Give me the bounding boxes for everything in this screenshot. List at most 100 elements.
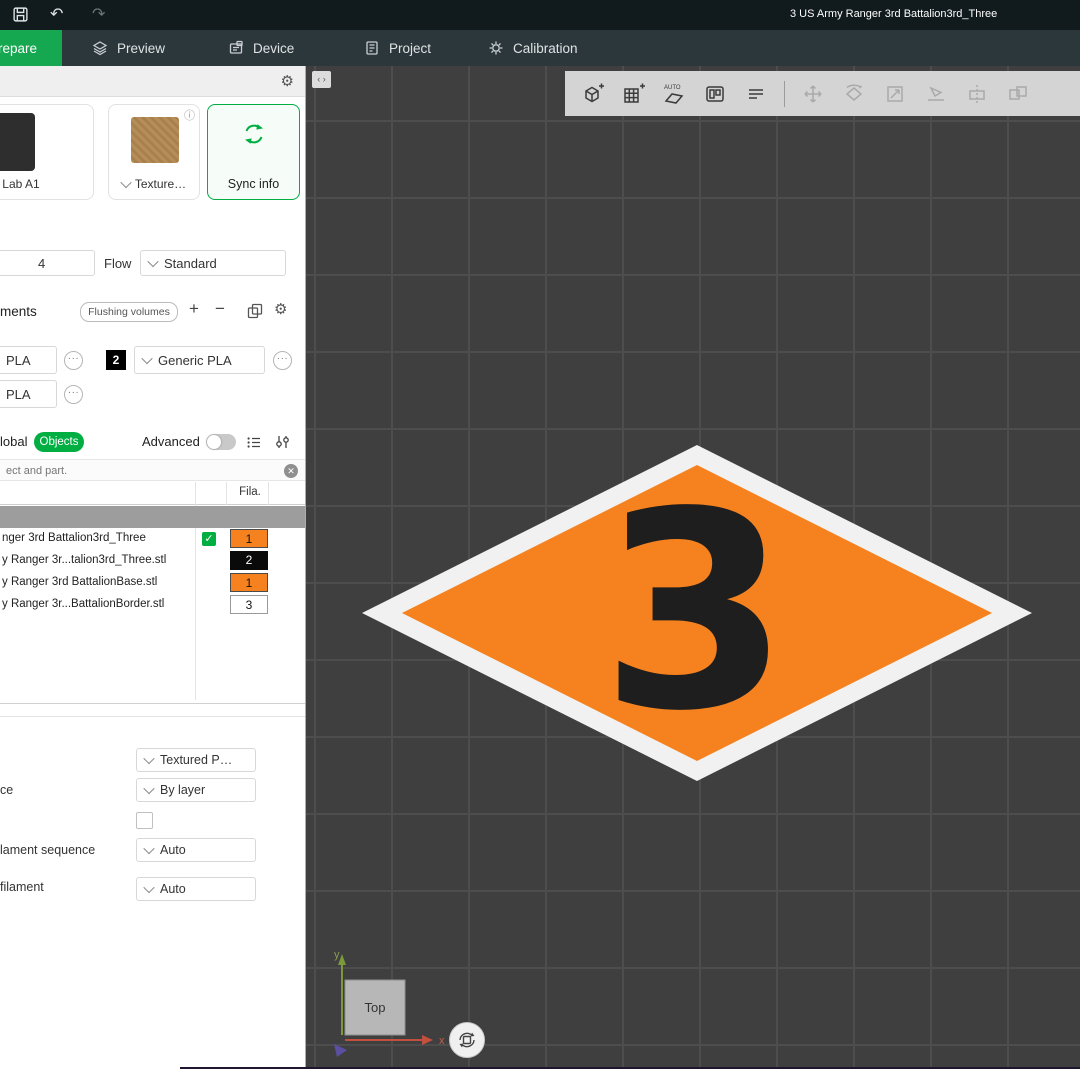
filament-label: filament — [0, 880, 44, 894]
filament-slot3-value: PLA — [6, 387, 31, 402]
sync-info-button[interactable]: Sync info — [207, 104, 300, 200]
viewport-3d[interactable]: ‹ › AUTO — [306, 66, 1080, 1080]
view-orbit-button[interactable] — [449, 1022, 485, 1058]
tab-preview[interactable]: Preview — [92, 30, 165, 66]
z-axis-arrow — [334, 1044, 347, 1057]
table-column-divider — [226, 482, 227, 505]
redo-icon[interactable]: ↷ — [92, 3, 105, 27]
filament-settings-gear-icon[interactable]: ⚙ — [274, 300, 287, 318]
filaments-section-title: ments — [0, 304, 37, 319]
tab-project-label: Project — [389, 41, 431, 56]
chevron-down-icon — [147, 256, 158, 267]
object-search-row: ✕ — [0, 459, 306, 481]
gear-icon — [488, 40, 504, 56]
build-plate-card[interactable]: ⓘ Texture… — [108, 104, 200, 200]
info-icon[interactable]: ⓘ — [184, 107, 195, 123]
model-number: 3 — [600, 455, 789, 771]
advanced-label: Advanced — [142, 434, 200, 449]
object-list-icon[interactable] — [246, 434, 262, 455]
flow-select[interactable]: Standard — [140, 250, 286, 276]
filament-slot1-value: PLA — [6, 353, 31, 368]
table-column-divider — [268, 482, 269, 505]
fila-column-header: Fila. — [232, 486, 268, 498]
part-row[interactable]: y Ranger 3r...talion3rd_Three.stl 2 — [0, 550, 306, 572]
tab-project[interactable]: Project — [364, 30, 431, 66]
plate-type-label: Texture… — [135, 177, 186, 191]
printer-card[interactable]: u Lab A1 — [0, 104, 94, 200]
plate-row-selected[interactable] — [0, 506, 306, 528]
tab-prepare[interactable]: Prepare — [0, 30, 62, 66]
printer-image — [0, 113, 35, 171]
nozzle-size-input[interactable] — [0, 250, 95, 276]
chevron-down-icon — [141, 353, 152, 364]
filament-slot3-select[interactable]: PLA — [0, 380, 57, 408]
clear-search-icon[interactable]: ✕ — [284, 464, 298, 478]
model-diamond-3[interactable]: 3 — [306, 66, 1080, 1080]
bambu-studio-window: ↶ ↷ 3 US Army Ranger 3rd Battalion3rd_Th… — [0, 0, 1080, 1080]
y-axis-label: y — [334, 949, 340, 961]
scope-global-tab[interactable]: lobal — [0, 434, 27, 449]
save-icon[interactable] — [12, 6, 29, 28]
tab-preview-label: Preview — [117, 41, 165, 56]
sync-icon — [241, 121, 267, 152]
part-row[interactable]: y Ranger 3rd BattalionBase.stl 1 — [0, 572, 306, 594]
filament-slot1-menu-icon[interactable]: ··· — [64, 351, 83, 370]
layers-icon — [92, 40, 108, 56]
object-search-input[interactable] — [4, 461, 268, 481]
window-title: 3 US Army Ranger 3rd Battalion3rd_Three — [790, 8, 997, 20]
tab-device-label: Device — [253, 41, 294, 56]
x-axis-label: x — [439, 1035, 445, 1047]
filament-slot2-select[interactable]: Generic PLA — [134, 346, 265, 374]
plate-type-setting-value: Textured P… — [160, 753, 232, 767]
filament-assignment-cell[interactable]: 2 — [230, 551, 268, 570]
part-name: y Ranger 3r...talion3rd_Three.stl — [2, 554, 166, 566]
tab-calibration-label: Calibration — [513, 41, 578, 56]
printer-settings-gear-icon[interactable]: ⚙ — [281, 72, 294, 90]
main-tabbar: Prepare Preview Device Project Calibrati… — [0, 30, 1080, 66]
unchecked-checkbox[interactable] — [136, 812, 153, 829]
chevron-down-icon — [120, 177, 131, 188]
plate-type-setting-select[interactable]: Textured P… — [136, 748, 256, 772]
print-sequence-select[interactable]: By layer — [136, 778, 256, 802]
tab-calibration[interactable]: Calibration — [488, 30, 578, 66]
part-row[interactable]: y Ranger 3r...BattalionBorder.stl 3 — [0, 594, 306, 616]
add-filament-icon[interactable]: + — [189, 299, 199, 319]
object-row[interactable]: nger 3rd Battalion3rd_Three ✓ 1 — [0, 528, 306, 550]
filament-sequence-label: lament sequence — [0, 843, 95, 857]
undo-icon[interactable]: ↶ — [50, 3, 63, 27]
filament-slot2-index[interactable]: 2 — [106, 350, 126, 370]
scope-objects-tab[interactable]: Objects — [34, 432, 84, 452]
chevron-down-icon — [143, 783, 154, 794]
x-axis-arrow — [422, 1035, 433, 1045]
section-divider — [0, 716, 306, 717]
section-divider — [0, 703, 306, 704]
prepare-sidebar: ⚙ u Lab A1 ⓘ Texture… S — [0, 66, 306, 1080]
filament-slot2-menu-icon[interactable]: ··· — [273, 351, 292, 370]
filament-slot3-menu-icon[interactable]: ··· — [64, 385, 83, 404]
object-table-header: Fila. — [0, 482, 306, 505]
tab-device[interactable]: Device — [228, 30, 294, 66]
tab-prepare-label: Prepare — [0, 41, 37, 56]
swap-filament-icon[interactable] — [246, 302, 264, 325]
bottom-bar-divider — [180, 1067, 1080, 1069]
filament-setting-value: Auto — [160, 882, 186, 896]
chevron-down-icon — [143, 753, 154, 764]
sync-info-label: Sync info — [208, 177, 299, 191]
remove-filament-icon[interactable]: − — [215, 299, 225, 319]
flow-value: Standard — [164, 256, 217, 271]
nav-cube-label: Top — [365, 1000, 386, 1015]
part-name: y Ranger 3rd BattalionBase.stl — [2, 576, 157, 588]
filament-sequence-select[interactable]: Auto — [136, 838, 256, 862]
checked-checkbox-icon[interactable]: ✓ — [202, 532, 216, 546]
filament-assignment-cell[interactable]: 1 — [230, 573, 268, 592]
filament-assignment-cell[interactable]: 3 — [230, 595, 268, 614]
process-tune-icon[interactable] — [274, 434, 290, 455]
advanced-toggle[interactable] — [206, 434, 236, 450]
filament-assignment-cell[interactable]: 1 — [230, 529, 268, 548]
device-icon — [228, 40, 244, 56]
filament-setting-select[interactable]: Auto — [136, 877, 256, 901]
plate-type-select[interactable]: Texture… — [109, 177, 199, 191]
flushing-volumes-button[interactable]: Flushing volumes — [80, 302, 178, 322]
filament-slot1-select[interactable]: PLA — [0, 346, 57, 374]
print-sequence-value: By layer — [160, 783, 205, 797]
